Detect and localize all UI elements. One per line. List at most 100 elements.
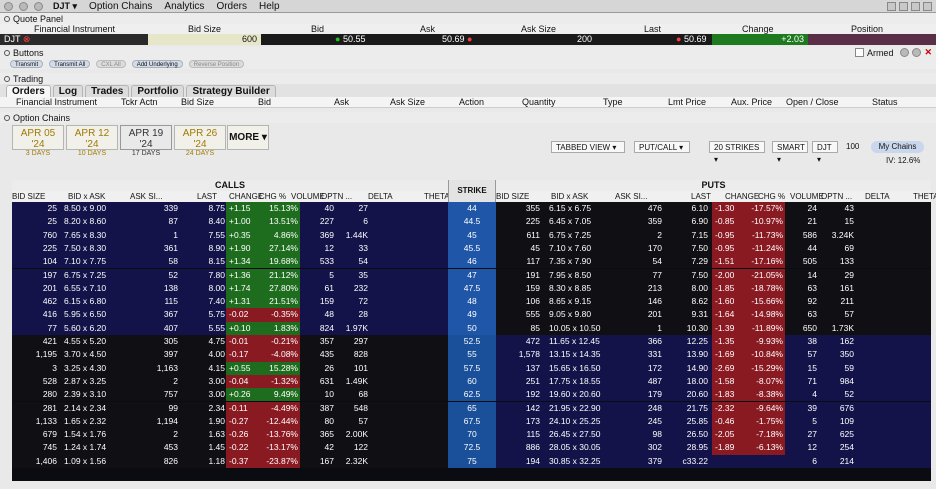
chain-row[interactable]: 679 1.54 x 1.76 2 1.63 -0.26 -13.76% 365 2.00K 7… [12, 428, 931, 442]
col-action[interactable]: Action [459, 97, 484, 108]
put-col-optn-int[interactable]: OPTN ... [821, 191, 852, 202]
col-ask[interactable]: Ask [334, 97, 349, 108]
quote-row[interactable]: DJT ⊗ 600 ● 50.55 50.69 ● 200 ● 50.69 +2… [0, 34, 936, 45]
col-quantity[interactable]: Quantity [522, 97, 556, 108]
chain-row[interactable]: 760 7.65 x 8.30 1 7.55 +0.35 4.86% 369 1.44K 45 6… [12, 228, 931, 242]
expiry-tab-4[interactable]: APR 26 '24 24 DAYS [174, 125, 226, 157]
tab-orders[interactable]: Orders [6, 84, 51, 97]
chain-row[interactable]: 197 6.75 x 7.25 52 7.80 +1.36 21.12% 5 35 47 191 7… [12, 268, 931, 282]
view-dropdown[interactable]: TABBED VIEW ▾ [551, 141, 625, 153]
put-col-volume[interactable]: VOLUME [790, 191, 824, 202]
chain-row[interactable]: 201 6.55 x 7.10 138 8.00 +1.74 27.80% 61 232 47.… [12, 281, 931, 296]
col-instrument[interactable]: Financial Instrument [16, 97, 97, 108]
transmit-all-button[interactable]: Transmit All [49, 59, 91, 68]
chain-row[interactable]: 416 5.95 x 6.50 367 5.75 -0.02 -0.35% 48 28 49 55… [12, 308, 931, 322]
info-icon[interactable] [887, 1, 896, 11]
put-col-delta[interactable]: DELTA [865, 191, 890, 202]
chain-row[interactable]: 77 5.60 x 6.20 407 5.55 +0.10 1.83% 824 1.97K 50… [12, 321, 931, 335]
chain-row[interactable]: 104 7.10 x 7.75 58 8.15 +1.34 19.68% 533 54 46 11… [12, 255, 931, 269]
put-col-theta[interactable]: THETA [913, 191, 936, 202]
armed-checkbox[interactable] [854, 48, 864, 57]
quote-panel-header[interactable]: Quote Panel [0, 13, 936, 24]
chain-row[interactable]: 1,195 3.70 x 4.50 397 4.00 -0.17 -4.08% 435 828… [12, 348, 931, 362]
more-expiries-button[interactable]: MORE ▾ [227, 125, 269, 150]
call-col-chg-pct[interactable]: CHG % [259, 191, 286, 202]
menu-option-chains[interactable]: Option Chains [89, 1, 152, 12]
call-col-bid-ask[interactable]: BID x ASK [68, 191, 105, 202]
my-chains-button[interactable]: My Chains [871, 141, 924, 153]
put-col-last[interactable]: LAST [691, 191, 711, 202]
expiry-tab-2[interactable]: APR 12 '24 10 DAYS [66, 125, 118, 157]
chain-row[interactable]: 1,133 1.65 x 2.32 1,194 1.90 -0.27 -12.44% 80 5… [12, 414, 931, 429]
chain-row[interactable]: 25 8.20 x 8.60 87 8.40 +1.00 13.51% 227 6 44.5 22… [12, 215, 931, 229]
transmit-button[interactable]: Transmit [10, 59, 44, 68]
call-col-bid-size[interactable]: BID SIZE [12, 191, 45, 202]
chain-row[interactable]: 280 2.39 x 3.10 757 3.00 +0.26 9.49% 10 68 62.5 1… [12, 388, 931, 402]
close-icon[interactable]: ✕ [924, 47, 932, 58]
underlying-dropdown[interactable]: DJT ▾ [812, 141, 838, 164]
col-lmt-price[interactable]: Lmt Price [668, 97, 706, 108]
chain-row[interactable]: 421 4.55 x 5.20 305 4.75 -0.01 -0.21% 357 297 52… [12, 335, 931, 349]
collapse-icon[interactable] [4, 49, 10, 56]
collapse-icon[interactable] [4, 15, 10, 22]
chain-row[interactable]: 528 2.87 x 3.25 2 3.00 -0.04 -1.32% 631 1.49K 60… [12, 374, 931, 389]
col-bid-size[interactable]: Bid Size [181, 97, 214, 108]
expiry-tab-1[interactable]: APR 05 '24 3 DAYS [12, 125, 64, 157]
call-col-volume[interactable]: VOLUME [291, 191, 325, 202]
menu-help[interactable]: Help [259, 1, 280, 12]
collapse-icon[interactable] [4, 75, 10, 82]
col-type[interactable]: Type [603, 97, 623, 108]
exchange-dropdown[interactable]: SMART ▾ [772, 141, 808, 164]
settings-icon[interactable] [923, 1, 932, 11]
refresh-icon[interactable] [900, 48, 910, 57]
menu-analytics[interactable]: Analytics [164, 1, 204, 12]
type-dropdown[interactable]: PUT/CALL ▾ [634, 141, 690, 153]
tab-trades[interactable]: Trades [85, 84, 130, 97]
expiry-tab-3[interactable]: APR 19 '24 17 DAYS [120, 125, 172, 157]
col-open-close[interactable]: Open / Close [786, 97, 839, 108]
call-col-delta[interactable]: DELTA [368, 191, 393, 202]
col-tckr-actn[interactable]: Tckr Actn [121, 97, 158, 108]
call-ask-size: 407 [163, 322, 178, 333]
col-bid[interactable]: Bid [258, 97, 271, 108]
tab-portfolio[interactable]: Portfolio [131, 84, 185, 97]
chain-row[interactable]: 462 6.15 x 6.80 115 7.40 +1.31 21.51% 159 72 48 1… [12, 295, 931, 309]
close-window-icon[interactable] [4, 1, 13, 11]
zoom-window-icon[interactable] [34, 1, 43, 11]
put-bid-size: 45 [530, 242, 540, 253]
tab-log[interactable]: Log [52, 84, 84, 97]
collapse-icon[interactable] [4, 114, 10, 121]
call-col-optn-int[interactable]: OPTN ... [321, 191, 352, 202]
tab-strategy-builder[interactable]: Strategy Builder [186, 84, 276, 97]
chain-row[interactable]: 281 2.14 x 2.34 99 2.34 -0.11 -4.49% 387 548 65 1… [12, 401, 931, 415]
put-col-change[interactable]: CHANGE [725, 191, 759, 202]
chain-row[interactable]: 225 7.50 x 8.30 361 8.90 +1.90 27.14% 12 33 45.5… [12, 241, 931, 256]
put-col-ask-size[interactable]: ASK SI... [615, 191, 647, 202]
call-col-theta[interactable]: THETA [424, 191, 450, 202]
option-chains-header[interactable]: Option Chains [0, 112, 936, 123]
add-underlying-button[interactable]: Add Underlying [131, 59, 183, 68]
symbol-selector[interactable]: DJT ▾ [53, 1, 77, 12]
call-col-ask-size[interactable]: ASK SI... [130, 191, 162, 202]
chain-row[interactable]: 745 1.24 x 1.74 453 1.45 -0.22 -13.17% 42 122 72… [12, 441, 931, 455]
chain-row[interactable]: 25 8.50 x 9.00 339 8.75 +1.15 15.13% 40 27 44 355… [12, 202, 931, 216]
chain-row[interactable]: 1,406 1.09 x 1.56 826 1.18 -0.37 -23.87% 167 2.… [12, 454, 931, 468]
chain-row[interactable]: 3 3.25 x 4.30 1,163 4.15 +0.55 15.28% 26 101 57.… [12, 361, 931, 375]
reverse-position-button[interactable]: Reverse Position [188, 59, 245, 68]
trading-panel-header[interactable]: Trading [0, 73, 936, 84]
put-col-bid-ask[interactable]: BID x ASK [551, 191, 588, 202]
col-status[interactable]: Status [872, 97, 898, 108]
put-col-bid-size[interactable]: BID SIZE [496, 191, 529, 202]
strikes-dropdown[interactable]: 20 STRIKES ▾ [709, 141, 765, 164]
link-icon[interactable] [899, 1, 908, 11]
col-aux-price[interactable]: Aux. Price [731, 97, 772, 108]
call-col-last[interactable]: LAST [197, 191, 217, 202]
pencil-icon[interactable] [911, 1, 920, 11]
globe-icon[interactable] [912, 48, 922, 57]
cxl-all-button[interactable]: CXL All [96, 59, 126, 68]
put-col-chg-pct[interactable]: CHG % [758, 191, 785, 202]
menu-orders[interactable]: Orders [216, 1, 247, 12]
buttons-panel-header[interactable]: Buttons Armed ✕ [0, 47, 936, 58]
minimize-window-icon[interactable] [19, 1, 28, 11]
col-ask-size[interactable]: Ask Size [390, 97, 425, 108]
